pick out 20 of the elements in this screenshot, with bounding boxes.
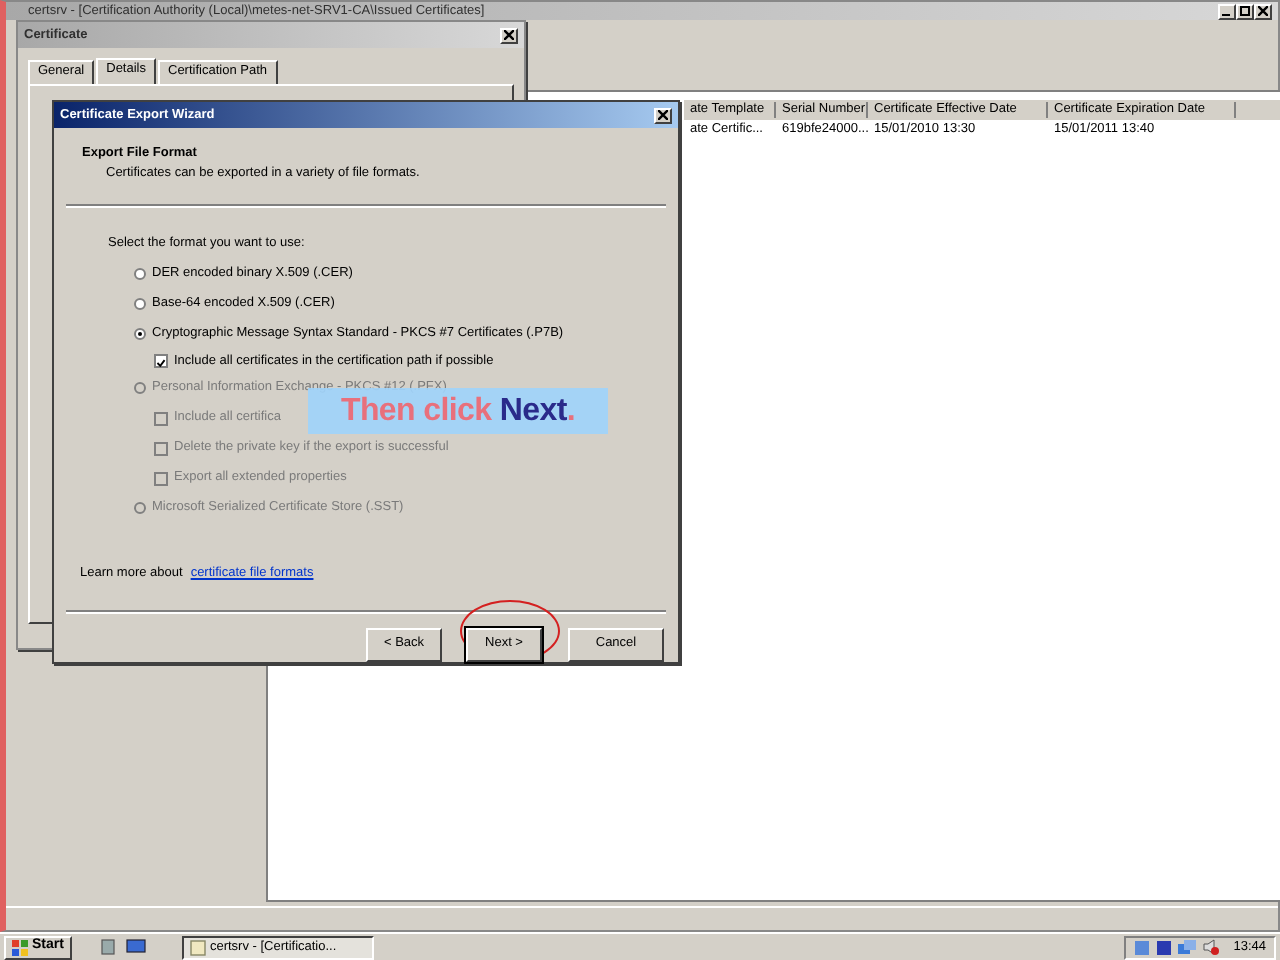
desktop-icon[interactable]: [125, 938, 146, 956]
restore-icon: [1240, 6, 1250, 16]
close-icon: [504, 30, 514, 40]
instruction-callout: Then click Next.: [308, 388, 608, 434]
radio-button[interactable]: [134, 328, 146, 341]
windows-logo-icon: [12, 939, 28, 955]
minimize-button[interactable]: [1218, 3, 1236, 19]
close-icon: [1258, 6, 1268, 16]
speaker-icon[interactable]: [1201, 938, 1220, 956]
close-icon: [658, 110, 668, 120]
monitor-icon[interactable]: [1155, 939, 1172, 955]
window-icon: [189, 939, 206, 955]
checkbox[interactable]: [154, 354, 168, 369]
radio-button[interactable]: [134, 298, 146, 311]
computers-icon[interactable]: [1177, 939, 1196, 955]
close-button[interactable]: [500, 27, 518, 43]
close-button[interactable]: [654, 107, 672, 123]
radio-button[interactable]: [134, 268, 146, 281]
close-button[interactable]: [1254, 3, 1272, 19]
restore-button[interactable]: [1236, 3, 1254, 19]
